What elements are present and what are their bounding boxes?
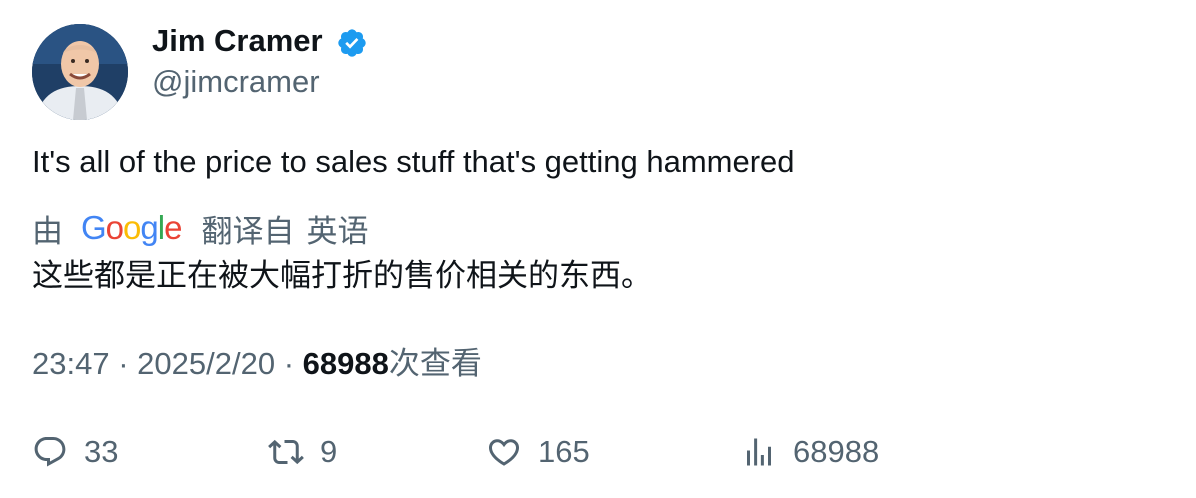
reply-icon: [34, 437, 66, 467]
author-handle[interactable]: @jimcramer: [152, 63, 320, 101]
verified-badge-icon: [338, 29, 366, 57]
author-name[interactable]: Jim Cramer: [152, 22, 323, 60]
translated-by-label: 由: [32, 213, 63, 249]
views-suffix: 次查看: [388, 346, 482, 381]
tweet-date[interactable]: 2025/2/20: [137, 346, 275, 381]
heart-icon: [488, 439, 520, 466]
like-button[interactable]: 165: [486, 430, 590, 474]
meta-separator: ·: [283, 346, 295, 381]
meta-separator: ·: [118, 346, 129, 381]
source-language: 英语: [306, 213, 369, 249]
views-button[interactable]: 68988: [741, 430, 879, 474]
retweet-icon: [268, 439, 304, 465]
tweet-text: It's all of the price to sales stuff tha…: [32, 144, 795, 179]
translation-attribution: 由 Google 翻译自 英语: [32, 207, 368, 249]
views-action-count: 68988: [793, 434, 880, 469]
retweet-count: 9: [320, 434, 338, 469]
reply-count: 33: [84, 434, 119, 469]
tweet-time[interactable]: 23:47: [32, 346, 110, 381]
retweet-button[interactable]: 9: [268, 430, 337, 474]
reply-button[interactable]: 33: [32, 430, 118, 474]
like-count: 165: [538, 434, 590, 469]
avatar[interactable]: [32, 24, 128, 120]
views-count: 68988: [302, 346, 389, 381]
tweet-meta: 23:47 · 2025/2/20 · 68988次查看: [32, 344, 482, 384]
translated-from-label: 翻译自: [201, 213, 295, 249]
analytics-icon: [747, 438, 771, 466]
avatar-photo: [32, 24, 128, 120]
google-logo: Google: [81, 209, 182, 246]
translated-text: 这些都是正在被大幅打折的售价相关的东西。: [32, 258, 652, 293]
